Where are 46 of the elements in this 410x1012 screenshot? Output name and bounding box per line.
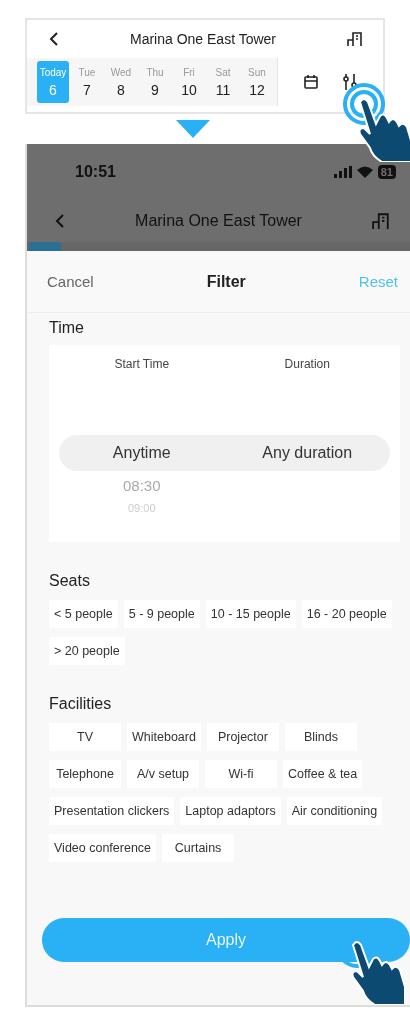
day-tab[interactable]: Wed 8 [105, 61, 137, 103]
facility-option[interactable]: Coffee & tea [283, 760, 363, 788]
facility-option[interactable]: Presentation clickers [49, 797, 175, 825]
building-title: Marina One East Tower [130, 31, 276, 47]
back-icon[interactable] [49, 32, 59, 46]
day-tab[interactable]: Tue 7 [71, 61, 103, 103]
facility-option[interactable]: Laptop adaptors [180, 797, 281, 825]
status-time: 10:51 [75, 163, 116, 181]
wifi-icon [356, 166, 373, 178]
facility-option[interactable]: Blinds [284, 723, 357, 751]
facility-option[interactable]: Whiteboard [127, 723, 201, 751]
facility-option[interactable]: Projector [206, 723, 279, 751]
day-tab[interactable]: Sun 12 [241, 61, 273, 103]
picker-value: Anytime [112, 444, 171, 462]
down-arrow-icon [176, 120, 210, 138]
day-tab[interactable]: Thu 9 [139, 61, 171, 103]
column-header: Start Time [114, 357, 170, 371]
seat-option[interactable]: < 5 people [49, 600, 118, 628]
building-title: Marina One East Tower [135, 212, 302, 230]
section-title: Time [49, 319, 85, 337]
cancel-button[interactable]: Cancel [47, 273, 94, 290]
building-icon[interactable] [372, 212, 390, 230]
day-tab[interactable]: Sat 11 [207, 61, 239, 103]
seat-option[interactable]: 5 - 9 people [123, 600, 200, 628]
section-title: Facilities [49, 695, 113, 713]
facility-option[interactable]: A/v setup [127, 760, 199, 788]
picker-option: 08:30 [122, 477, 161, 494]
day-tab[interactable]: Fri 10 [173, 61, 205, 103]
seat-option[interactable]: 16 - 20 people [301, 600, 392, 628]
facility-option[interactable]: Wi-fi [205, 760, 277, 788]
building-icon[interactable] [347, 31, 363, 47]
facility-option[interactable]: Video conference [49, 834, 157, 862]
sheet-title: Filter [206, 272, 246, 291]
picker-value: Any duration [262, 444, 353, 462]
facility-option[interactable]: Curtains [162, 834, 235, 862]
battery-level: 81 [377, 165, 396, 179]
section-title: Seats [49, 572, 91, 590]
seat-option[interactable]: 10 - 15 people [205, 600, 296, 628]
facility-option[interactable]: Air conditioning [286, 797, 383, 825]
seat-option[interactable]: > 20 people [49, 637, 125, 665]
column-header: Duration [284, 357, 330, 371]
calendar-icon[interactable] [303, 75, 318, 89]
facility-option[interactable]: TV [49, 723, 121, 751]
filter-sliders-icon[interactable] [343, 74, 358, 90]
facility-option[interactable]: Telephone [49, 760, 121, 788]
signal-icon [333, 166, 352, 178]
